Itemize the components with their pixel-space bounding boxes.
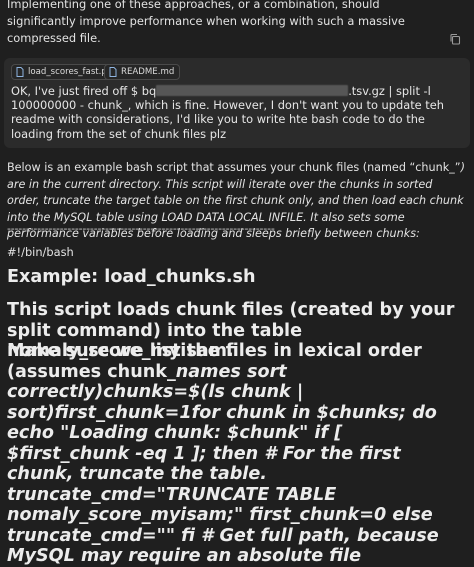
- file-icon: [109, 67, 117, 77]
- assistant-message-text: Implementing one of these approaches, or…: [7, 0, 405, 45]
- user-text-part: OK, I've just fired off $ bq: [11, 84, 157, 98]
- attachment-chip[interactable]: README.md: [104, 64, 181, 80]
- heading-part-italic: chunks=$(ls chunk | sort)first_chunk=1fo…: [7, 382, 439, 566]
- chat-thread: Implementing one of these approaches, or…: [0, 0, 474, 566]
- heading-example: Example: load_chunks.sh: [7, 267, 256, 287]
- redacted-region: [156, 85, 349, 96]
- attachment-name: load_scores_fast.py: [28, 67, 112, 77]
- heading-code-block: Make sure we list the files in lexical o…: [7, 341, 469, 567]
- user-message-text: OK, I've just fired off $ bq .tsv.gz | sp…: [11, 84, 466, 141]
- attachment-name: README.md: [121, 67, 175, 77]
- response-lead: Below is an example bash script that ass…: [7, 161, 461, 174]
- copy-icon[interactable]: [449, 33, 461, 45]
- file-icon: [16, 67, 24, 77]
- attachment-chip[interactable]: load_scores_fast.py: [11, 64, 118, 80]
- shebang-line: #!/bin/bash: [7, 245, 74, 259]
- divider-dashes: ----------------------------------------…: [7, 222, 275, 235]
